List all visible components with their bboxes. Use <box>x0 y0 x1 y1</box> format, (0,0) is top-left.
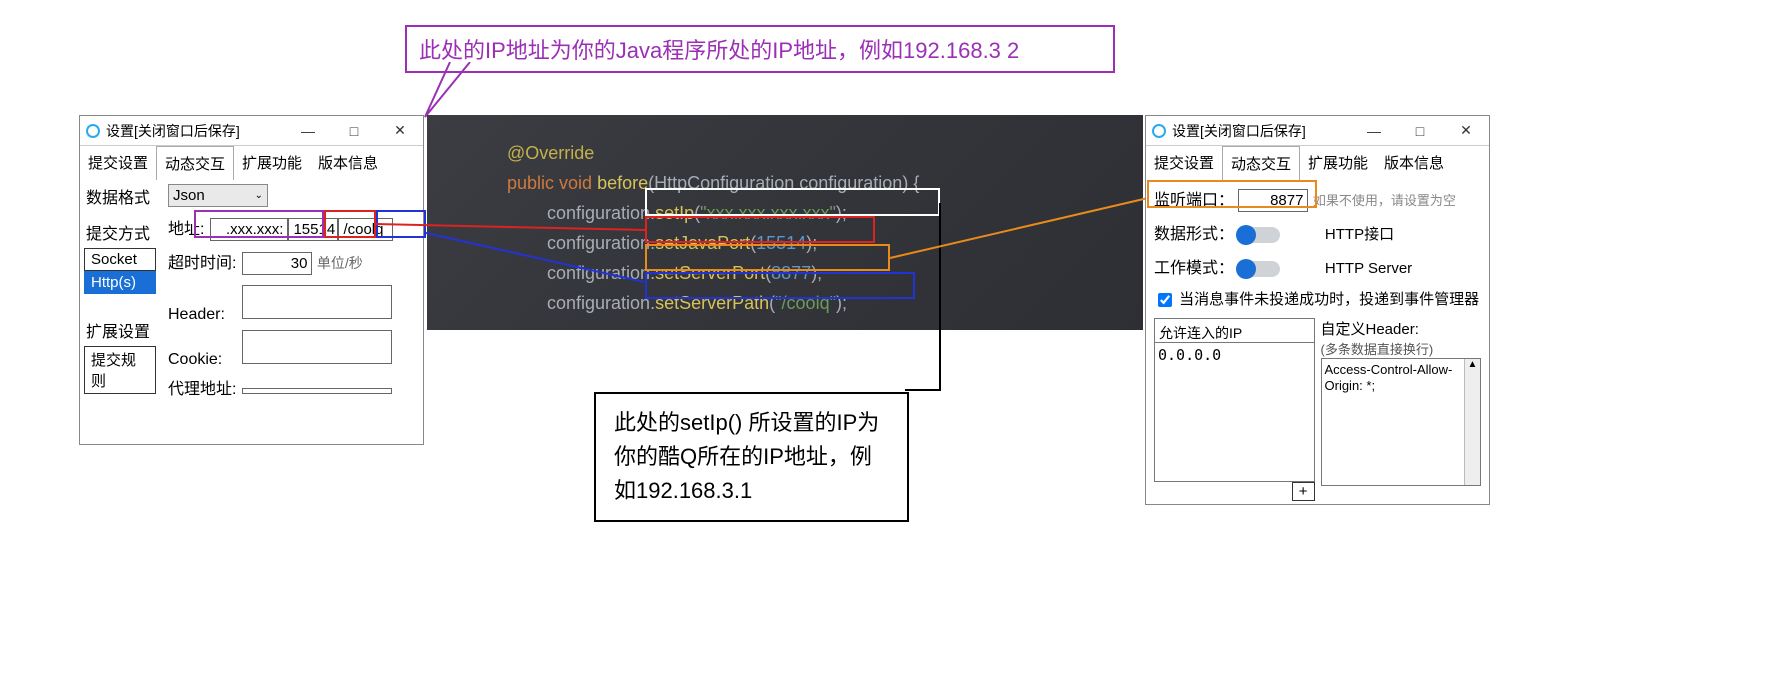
obj-2: configuration <box>547 233 650 253</box>
select-value: Json <box>173 187 205 204</box>
note-setip: 此处的setIp() 所设置的IP为你的酷Q所在的IP地址，例如192.168.… <box>594 392 909 522</box>
lbl-cookie: Cookie: <box>168 351 238 369</box>
kw-public: public <box>507 173 554 193</box>
fn-setip: setIp <box>655 203 694 223</box>
scroll-up-icon[interactable]: ▲ <box>1465 359 1480 370</box>
close-button[interactable]: ✕ <box>1443 116 1489 146</box>
val-data-form: HTTP接口 <box>1325 226 1394 243</box>
input-path[interactable]: /coolq <box>338 218 393 241</box>
tab-submit-settings[interactable]: 提交设置 <box>80 146 156 180</box>
lbl-header: Header: <box>168 306 238 324</box>
maximize-button[interactable]: □ <box>331 116 377 146</box>
obj-1: configuration <box>547 203 650 223</box>
callout-ip-note: 此处的IP地址为你的Java程序所处的IP地址，例如192.168.3 2 <box>405 25 1115 73</box>
tab-dynamic-interact[interactable]: 动态交互 <box>156 146 234 180</box>
app-logo-icon <box>1152 124 1166 138</box>
lbl-proxy: 代理地址: <box>168 375 238 399</box>
arg-javaport: 15514 <box>756 233 806 253</box>
code-editor-pane: @Override public void before(HttpConfigu… <box>427 115 1143 330</box>
close-button[interactable]: ✕ <box>377 116 423 146</box>
select-data-format[interactable]: Json ⌄ <box>168 184 268 207</box>
input-proxy[interactable] <box>242 388 392 394</box>
input-header[interactable] <box>242 285 392 319</box>
obj-4: configuration <box>547 293 650 313</box>
mode-socket[interactable]: Socket <box>84 248 156 271</box>
tab-version[interactable]: 版本信息 <box>1376 146 1452 180</box>
param-conf: configuration <box>799 173 902 193</box>
fn-setjavaport: setJavaPort <box>655 233 750 253</box>
fn-setserverport: setServerPort <box>655 263 765 283</box>
input-timeout[interactable]: 30 <box>242 252 312 275</box>
scrollbar[interactable]: ▲ <box>1464 359 1480 485</box>
code-override-ann: @Override <box>507 143 594 163</box>
listbox-headers-val: Access-Control-Allow-Origin: *; <box>1325 362 1453 393</box>
lbl-timeout-unit: 单位/秒 <box>317 255 363 271</box>
fn-setserverpath: setServerPath <box>655 293 769 313</box>
val-work-mode: HTTP Server <box>1325 260 1412 277</box>
tab-extensions[interactable]: 扩展功能 <box>1300 146 1376 180</box>
switch-work-mode[interactable] <box>1238 261 1280 277</box>
left-settings-window: 设置[关闭窗口后保存] — □ ✕ 提交设置 动态交互 扩展功能 版本信息 数据… <box>79 115 424 445</box>
lbl-data-format: 数据格式 <box>80 180 162 212</box>
listbox-headers[interactable]: Access-Control-Allow-Origin: *; ▲ <box>1321 358 1482 486</box>
input-port[interactable]: 15514 <box>288 218 338 241</box>
right-tabs: 提交设置 动态交互 扩展功能 版本信息 <box>1146 146 1489 180</box>
lbl-data-form: 数据形式： <box>1154 226 1234 243</box>
lbl-chk-fallback: 当消息事件未投递成功时，投递到事件管理器 <box>1179 291 1479 308</box>
chevron-down-icon: ⌄ <box>255 190 263 201</box>
minimize-button[interactable]: — <box>1351 116 1397 146</box>
kw-void: void <box>559 173 592 193</box>
input-listen-port[interactable]: 8877 <box>1238 189 1308 212</box>
right-window-title: 设置[关闭窗口后保存] <box>1172 121 1351 141</box>
left-window-title: 设置[关闭窗口后保存] <box>106 121 285 141</box>
cls-httpconf: HttpConfiguration <box>654 173 794 193</box>
lbl-ext-settings: 扩展设置 <box>80 314 162 346</box>
mode-https[interactable]: Http(s) <box>84 271 156 294</box>
maximize-button[interactable]: □ <box>1397 116 1443 146</box>
lbl-listen-port: 监听端口： <box>1154 192 1234 209</box>
listbox-allow-ip[interactable]: 0.0.0.0 <box>1154 342 1315 482</box>
lbl-address: 地址: <box>168 215 206 239</box>
input-ip[interactable]: .xxx.xxx: <box>210 218 288 241</box>
right-titlebar: 设置[关闭窗口后保存] — □ ✕ <box>1146 116 1489 146</box>
panel-header-sub: (多条数据直接换行) <box>1321 339 1482 358</box>
arg-ip: "xxx.xxx.xxx.xxx" <box>700 203 836 223</box>
app-logo-icon <box>86 124 100 138</box>
fn-before: before <box>597 173 648 193</box>
tab-submit-settings[interactable]: 提交设置 <box>1146 146 1222 180</box>
left-titlebar: 设置[关闭窗口后保存] — □ ✕ <box>80 116 423 146</box>
minimize-button[interactable]: — <box>285 116 331 146</box>
right-settings-window: 设置[关闭窗口后保存] — □ ✕ 提交设置 动态交互 扩展功能 版本信息 监听… <box>1145 115 1490 505</box>
arg-serverpath: "/coolq" <box>775 293 836 313</box>
input-cookie[interactable] <box>242 330 392 364</box>
lbl-timeout: 超时时间: <box>168 249 238 273</box>
panel-header-title: 自定义Header: <box>1321 318 1482 339</box>
chk-fallback-event[interactable] <box>1158 293 1172 307</box>
hint-listen-port: 如果不使用，请设置为空 <box>1313 193 1456 208</box>
tab-dynamic-interact[interactable]: 动态交互 <box>1222 146 1300 180</box>
tab-extensions[interactable]: 扩展功能 <box>234 146 310 180</box>
arg-serverport: 8877 <box>771 263 811 283</box>
obj-3: configuration <box>547 263 650 283</box>
tab-version[interactable]: 版本信息 <box>310 146 386 180</box>
panel-allow-ip-title: 允许连入的IP <box>1154 318 1315 342</box>
lbl-submit-method: 提交方式 <box>80 216 162 248</box>
left-tabs: 提交设置 动态交互 扩展功能 版本信息 <box>80 146 423 180</box>
btn-submit-rule[interactable]: 提交规则 <box>84 346 156 394</box>
switch-data-form[interactable] <box>1238 227 1280 243</box>
lbl-work-mode: 工作模式： <box>1154 260 1234 277</box>
btn-add-ip[interactable]: + <box>1292 482 1315 501</box>
